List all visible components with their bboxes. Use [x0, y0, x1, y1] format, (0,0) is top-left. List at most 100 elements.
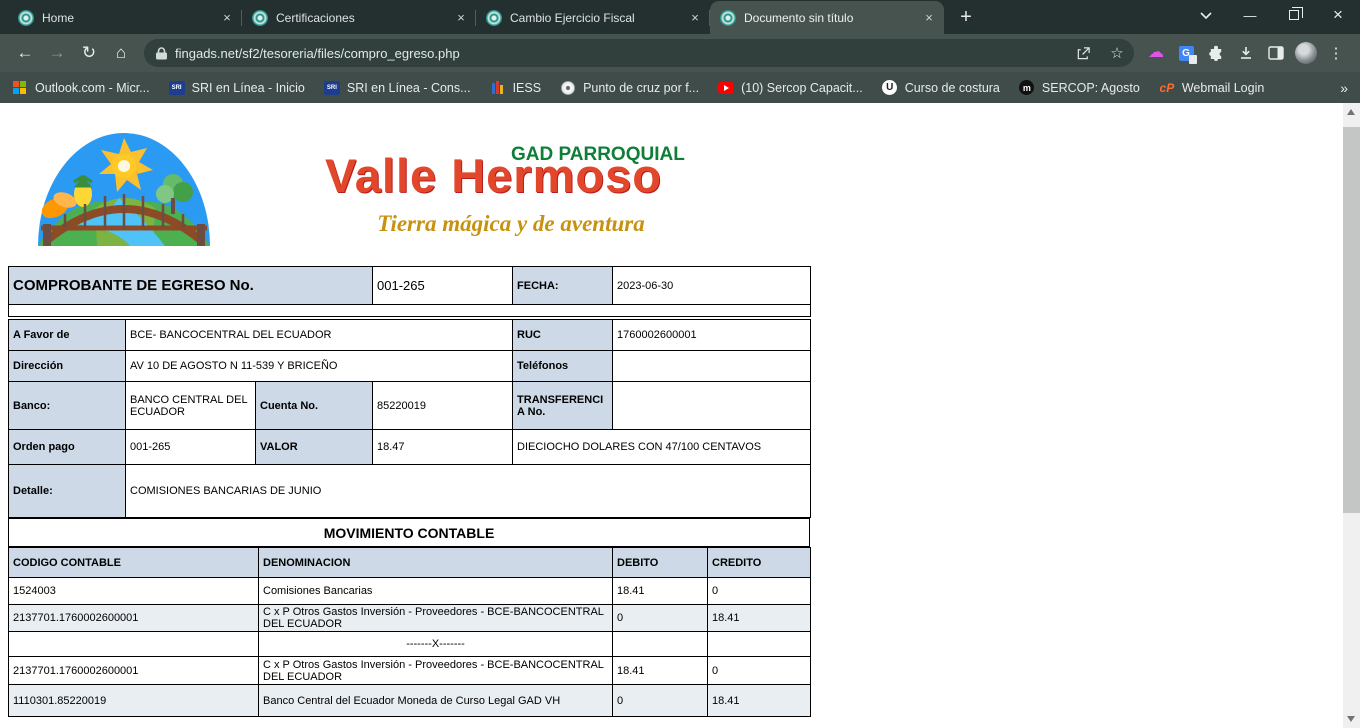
cell-codigo	[9, 632, 259, 657]
cell-codigo: 1110301.85220019	[9, 685, 259, 717]
sri-logo-icon: SRI	[169, 80, 185, 96]
header-logo-row: GAD PARROQUIAL Valle Hermoso Tierra mági…	[35, 128, 1360, 246]
address-bar[interactable]: fingads.net/sf2/tesoreria/files/compro_e…	[144, 39, 1134, 67]
direccion-label: Dirección	[9, 351, 126, 382]
cell-denominacion: C x P Otros Gastos Inversión - Proveedor…	[259, 605, 613, 632]
tab-cambio-ejercicio-fiscal[interactable]: Cambio Ejercicio Fiscal ×	[476, 1, 710, 34]
cell-credito: 18.41	[708, 685, 811, 717]
brand-block: GAD PARROQUIAL Valle Hermoso Tierra mági…	[325, 128, 697, 246]
tab-close-icon[interactable]: ×	[920, 9, 938, 27]
table-row: 2137701.1760002600001 C x P Otros Gastos…	[9, 605, 811, 632]
transferencia-label: TRANSFERENCIA No.	[513, 382, 613, 430]
cell-credito	[708, 632, 811, 657]
cell-denominacion: C x P Otros Gastos Inversión - Proveedor…	[259, 657, 613, 685]
cell-debito: 0	[613, 605, 708, 632]
col-header-denominacion: DENOMINACION	[259, 548, 613, 578]
direccion-value: AV 10 DE AGOSTO N 11-539 Y BRICEÑO	[126, 351, 513, 382]
window-controls: — ×	[1184, 0, 1360, 30]
table-separator-row: -------X-------	[9, 632, 811, 657]
cell-debito: 18.41	[613, 578, 708, 605]
new-tab-button[interactable]: +	[952, 3, 980, 31]
cuenta-label: Cuenta No.	[256, 382, 373, 430]
bookmarks-bar: Outlook.com - Micr... SRI SRI en Línea -…	[0, 72, 1360, 103]
ruc-label: RUC	[513, 320, 613, 351]
bookmark-curso-costura[interactable]: U Curso de costura	[882, 80, 1000, 96]
tab-strip: Home × Certificaciones × Cambio Ejercici…	[0, 0, 1360, 34]
page-content: GAD PARROQUIAL Valle Hermoso Tierra mági…	[0, 103, 1360, 728]
avatar-image	[1295, 42, 1317, 64]
detalle-label: Detalle:	[9, 465, 126, 518]
forward-button[interactable]: →	[42, 38, 72, 68]
valor-label: VALOR	[256, 430, 373, 465]
orden-pago-value: 001-265	[126, 430, 256, 465]
scrollbar-down-arrow-icon[interactable]	[1347, 716, 1355, 722]
bookmarks-overflow-chevron[interactable]: »	[1340, 80, 1348, 96]
profile-avatar[interactable]	[1292, 39, 1320, 67]
banco-label: Banco:	[9, 382, 126, 430]
close-window-button[interactable]: ×	[1316, 0, 1360, 30]
cell-denominacion: Comisiones Bancarias	[259, 578, 613, 605]
extensions-puzzle-icon[interactable]	[1202, 39, 1230, 67]
minimize-button[interactable]: —	[1228, 0, 1272, 30]
bookmark-outlook[interactable]: Outlook.com - Micr...	[12, 80, 150, 96]
bookmark-sri-inicio[interactable]: SRI SRI en Línea - Inicio	[169, 80, 305, 96]
ruc-value: 1760002600001	[613, 320, 811, 351]
url-text[interactable]: fingads.net/sf2/tesoreria/files/compro_e…	[175, 46, 1062, 61]
site-favicon-icon	[18, 10, 34, 26]
site-favicon-icon	[252, 10, 268, 26]
page-scrollbar[interactable]	[1343, 103, 1360, 728]
bookmark-iess[interactable]: IESS	[490, 80, 542, 96]
bookmark-punto-de-cruz[interactable]: Punto de cruz por f...	[560, 80, 699, 96]
side-panel-icon[interactable]	[1262, 39, 1290, 67]
movimiento-title-table: MOVIMIENTO CONTABLE	[8, 518, 810, 547]
brand-gad-parroquial: GAD PARROQUIAL	[511, 144, 685, 166]
bookmark-webmail[interactable]: cP Webmail Login	[1159, 80, 1264, 96]
bookmark-sercop-agosto[interactable]: m SERCOP: Agosto	[1019, 80, 1140, 96]
cell-credito: 0	[708, 657, 811, 685]
telefonos-label: Teléfonos	[513, 351, 613, 382]
tab-close-icon[interactable]: ×	[452, 9, 470, 27]
tab-documento-sin-titulo[interactable]: Documento sin título ×	[710, 1, 944, 34]
tab-close-icon[interactable]: ×	[218, 9, 236, 27]
transferencia-value	[613, 382, 811, 430]
tab-close-icon[interactable]: ×	[686, 9, 704, 27]
telefonos-value	[613, 351, 811, 382]
orden-pago-label: Orden pago	[9, 430, 126, 465]
cell-credito: 0	[708, 578, 811, 605]
site-favicon-icon	[720, 10, 736, 26]
restore-button[interactable]	[1272, 0, 1316, 30]
table-row: 2137701.1760002600001 C x P Otros Gastos…	[9, 657, 811, 685]
bookmark-sercop-youtube[interactable]: (10) Sercop Capacit...	[718, 80, 863, 96]
tab-home[interactable]: Home ×	[8, 1, 242, 34]
share-icon[interactable]	[1070, 40, 1096, 66]
tab-label: Home	[42, 11, 210, 25]
sri-logo-icon: SRI	[324, 80, 340, 96]
reload-button[interactable]: ↻	[74, 38, 104, 68]
table-row: 1110301.85220019 Banco Central del Ecuad…	[9, 685, 811, 717]
cell-debito: 0	[613, 685, 708, 717]
valle-hermoso-emblem-logo	[35, 128, 213, 246]
cell-credito: 18.41	[708, 605, 811, 632]
tab-search-chevron-icon[interactable]	[1184, 0, 1228, 30]
cloud-extension-icon[interactable]: ☁	[1142, 39, 1170, 67]
sercop-logo-icon: m	[1019, 80, 1035, 96]
youtube-logo-icon	[718, 80, 734, 96]
downloads-icon[interactable]	[1232, 39, 1260, 67]
home-button[interactable]: ⌂	[106, 38, 136, 68]
back-button[interactable]: ←	[10, 38, 40, 68]
bookmark-sri-consultas[interactable]: SRI SRI en Línea - Cons...	[324, 80, 471, 96]
browser-menu-icon[interactable]: ⋮	[1322, 39, 1350, 67]
restore-icon	[1289, 10, 1299, 20]
bookmark-star-icon[interactable]: ☆	[1104, 40, 1130, 66]
tab-label: Cambio Ejercicio Fiscal	[510, 11, 678, 25]
translate-icon[interactable]: G	[1172, 39, 1200, 67]
col-header-codigo: CODIGO CONTABLE	[9, 548, 259, 578]
valor-value: 18.47	[373, 430, 513, 465]
scrollbar-thumb[interactable]	[1343, 127, 1360, 513]
detalle-value: COMISIONES BANCARIAS DE JUNIO	[126, 465, 811, 518]
voucher-title: COMPROBANTE DE EGRESO No.	[9, 267, 373, 305]
movimiento-table: CODIGO CONTABLE DENOMINACION DEBITO CRED…	[8, 547, 811, 717]
tab-certificaciones[interactable]: Certificaciones ×	[242, 1, 476, 34]
cell-denominacion: -------X-------	[259, 632, 613, 657]
scrollbar-up-arrow-icon[interactable]	[1347, 109, 1355, 115]
